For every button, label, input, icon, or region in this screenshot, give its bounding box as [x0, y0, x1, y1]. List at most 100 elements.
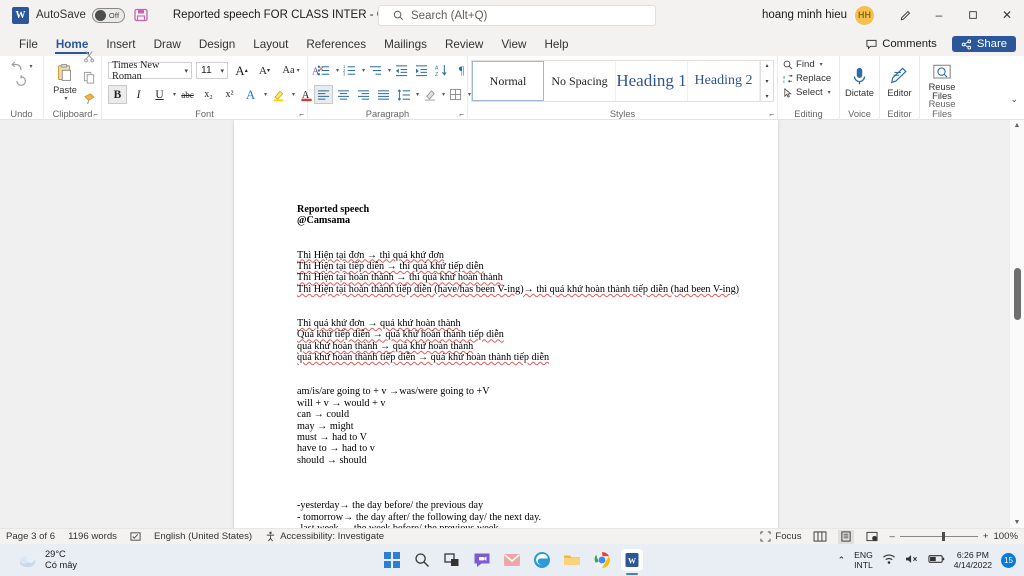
text-effects-dropdown-icon[interactable]: ▾: [264, 91, 267, 98]
undo-button[interactable]: ▾: [10, 60, 33, 73]
taskbar-mail[interactable]: [501, 549, 523, 571]
collapse-ribbon-icon[interactable]: ⌄: [1010, 94, 1018, 105]
format-painter-button[interactable]: [83, 92, 96, 110]
styles-dialog-launcher[interactable]: ⌐: [769, 110, 774, 119]
document-area[interactable]: Reported speech @Camsama Thì Hiện tại đơ…: [0, 120, 1024, 528]
word-count[interactable]: 1196 words: [68, 531, 117, 542]
find-button[interactable]: Find ▾: [783, 59, 823, 70]
highlight-dropdown-icon[interactable]: ▾: [292, 91, 295, 98]
tab-draw[interactable]: Draw: [145, 38, 190, 56]
vertical-scrollbar[interactable]: ▲ ▼: [1009, 120, 1024, 528]
bullet-list-dropdown-icon[interactable]: ▾: [336, 67, 339, 74]
close-button[interactable]: ✕: [990, 0, 1024, 30]
wifi-icon[interactable]: [882, 553, 896, 567]
superscript-button[interactable]: x²: [220, 85, 239, 104]
zoom-level[interactable]: 100%: [993, 531, 1018, 542]
clock[interactable]: 6:26 PM 4/14/2022: [954, 550, 992, 570]
sort-az-icon[interactable]: AZ: [432, 61, 451, 80]
bold-button[interactable]: B: [108, 85, 127, 104]
font-size-input[interactable]: 11 ▾: [196, 62, 228, 79]
volume-mute-icon[interactable]: [905, 553, 919, 567]
change-case-button[interactable]: Aa ▾: [278, 61, 304, 80]
tab-design[interactable]: Design: [190, 38, 244, 56]
print-layout-icon[interactable]: [837, 529, 854, 544]
weather-widget[interactable]: 29°C Có mây: [17, 549, 77, 571]
copy-button[interactable]: [83, 71, 96, 89]
battery-icon[interactable]: [928, 554, 945, 566]
paragraph-dialog-launcher[interactable]: ⌐: [459, 110, 464, 119]
shading-dropdown-icon[interactable]: ▾: [442, 91, 445, 98]
minimize-button[interactable]: –: [922, 0, 956, 30]
tab-references[interactable]: References: [297, 38, 375, 56]
search-box[interactable]: Search (Alt+Q): [378, 5, 656, 26]
taskbar-chat[interactable]: [471, 549, 493, 571]
save-icon[interactable]: [133, 7, 149, 23]
shrink-font-button[interactable]: A ▾: [255, 61, 274, 80]
line-spacing-dropdown-icon[interactable]: ▾: [416, 91, 419, 98]
select-button[interactable]: Select ▾: [783, 87, 831, 98]
tray-expand-icon[interactable]: ⌃: [838, 555, 846, 566]
styles-scroll-up-icon[interactable]: ▴: [765, 62, 768, 69]
replace-button[interactable]: ac Replace: [783, 73, 831, 84]
redo-button[interactable]: [14, 75, 29, 93]
clipboard-dialog-launcher[interactable]: ⌐: [93, 110, 98, 119]
shading-icon[interactable]: [420, 85, 439, 104]
scroll-down-icon[interactable]: ▼: [1010, 519, 1024, 526]
paste-button[interactable]: Paste ▾: [49, 63, 81, 102]
reuse-files-button[interactable]: Reuse Files: [926, 63, 959, 102]
multilevel-list-dropdown-icon[interactable]: ▾: [388, 67, 391, 74]
bullet-list-icon[interactable]: [314, 61, 333, 80]
notification-badge[interactable]: 15: [1001, 552, 1016, 568]
scroll-up-icon[interactable]: ▲: [1010, 122, 1024, 129]
document-text[interactable]: Reported speech @Camsama Thì Hiện tại đơ…: [297, 204, 768, 528]
avatar[interactable]: HH: [855, 5, 874, 25]
accessibility-status[interactable]: Accessibility: Investigate: [265, 531, 384, 542]
paste-dropdown-icon[interactable]: ▾: [64, 95, 67, 102]
line-spacing-icon[interactable]: [394, 85, 413, 104]
subscript-button[interactable]: x₂: [199, 85, 218, 104]
styles-gallery-scroll[interactable]: ▴ ▾ ▾: [760, 61, 773, 101]
styles-more-icon[interactable]: ▾: [765, 93, 768, 100]
taskbar-search[interactable]: [411, 549, 433, 571]
maximize-button[interactable]: [956, 0, 990, 30]
tab-review[interactable]: Review: [436, 38, 492, 56]
style-heading-1[interactable]: Heading 1: [616, 61, 688, 101]
justify-icon[interactable]: [374, 85, 393, 104]
zoom-in-button[interactable]: +: [983, 531, 989, 542]
share-button[interactable]: Share: [951, 36, 1016, 52]
language-indicator-tray[interactable]: ENG INTL: [854, 550, 873, 570]
tab-view[interactable]: View: [492, 38, 535, 56]
editor-button[interactable]: Editor: [884, 66, 914, 98]
taskbar-word[interactable]: W: [621, 549, 643, 571]
align-right-icon[interactable]: [354, 85, 373, 104]
zoom-out-button[interactable]: –: [890, 531, 895, 542]
document-page[interactable]: Reported speech @Camsama Thì Hiện tại đơ…: [234, 120, 778, 528]
language-indicator[interactable]: English (United States): [154, 531, 252, 542]
styles-scroll-down-icon[interactable]: ▾: [765, 78, 768, 85]
web-layout-icon[interactable]: [864, 530, 880, 544]
increase-indent-icon[interactable]: [412, 61, 431, 80]
italic-button[interactable]: I: [129, 85, 148, 104]
undo-dropdown-icon[interactable]: ▾: [29, 63, 32, 70]
zoom-track[interactable]: [899, 532, 978, 541]
comments-button[interactable]: Comments: [858, 35, 945, 53]
dictate-button[interactable]: Dictate: [842, 66, 877, 98]
style-normal[interactable]: Normal: [472, 61, 544, 101]
grow-font-button[interactable]: A ▴: [232, 61, 251, 80]
proofing-icon[interactable]: [130, 531, 141, 542]
scrollbar-thumb[interactable]: [1014, 268, 1021, 320]
underline-button[interactable]: U: [150, 85, 169, 104]
numbered-list-icon[interactable]: 123: [340, 61, 359, 80]
focus-button[interactable]: Focus: [760, 531, 802, 542]
start-button[interactable]: [381, 549, 403, 571]
font-dialog-launcher[interactable]: ⌐: [299, 110, 304, 119]
highlight-button[interactable]: [269, 85, 288, 104]
underline-dropdown-icon[interactable]: ▾: [173, 91, 176, 98]
word-icon[interactable]: W: [12, 6, 29, 24]
tab-mailings[interactable]: Mailings: [375, 38, 436, 56]
taskbar-explorer[interactable]: [561, 549, 583, 571]
font-name-dropdown-icon[interactable]: ▾: [184, 67, 188, 75]
strikethrough-button[interactable]: abc: [178, 85, 197, 104]
tab-layout[interactable]: Layout: [244, 38, 297, 56]
text-effects-button[interactable]: A: [241, 85, 260, 104]
